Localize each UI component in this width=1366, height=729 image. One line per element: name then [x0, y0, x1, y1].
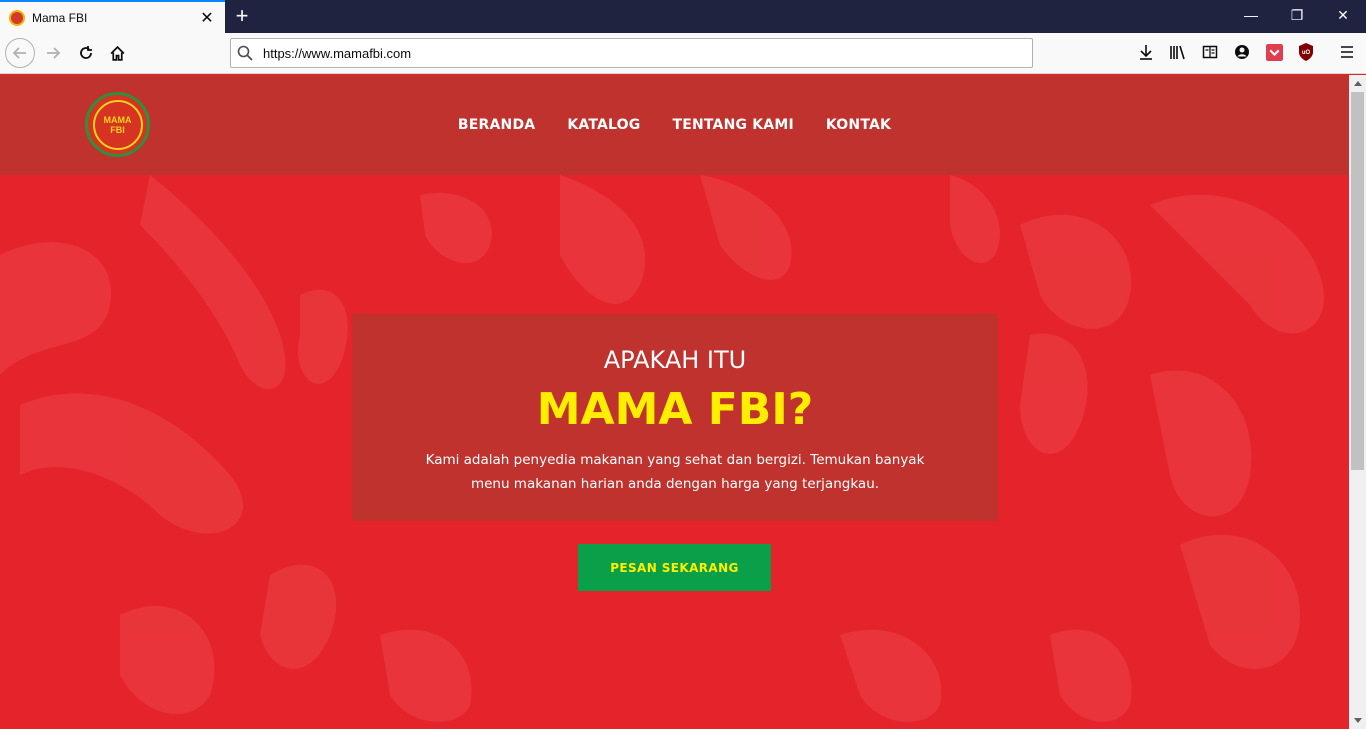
hero-description: Kami adalah penyedia makanan yang sehat … [425, 452, 925, 492]
reader-icon[interactable] [1199, 41, 1221, 63]
site-header: MAMA FBI BERANDA KATALOG TENTANG KAMI KO… [0, 75, 1349, 175]
hero-pre-title: APAKAH ITU [603, 346, 747, 374]
home-icon [110, 45, 124, 61]
new-tab-button[interactable]: + [230, 3, 254, 29]
nav-item-beranda[interactable]: BERANDA [458, 117, 535, 133]
reload-button[interactable] [70, 37, 102, 69]
back-button[interactable] [4, 37, 36, 69]
main-nav: BERANDA KATALOG TENTANG KAMI KONTAK [0, 75, 1349, 175]
restore-button[interactable]: ❐ [1274, 0, 1320, 33]
minimize-button[interactable]: — [1228, 0, 1274, 33]
browser-toolbar: uO [0, 33, 1366, 74]
pocket-icon[interactable] [1263, 41, 1285, 63]
account-icon[interactable] [1231, 41, 1253, 63]
address-bar[interactable] [230, 38, 1033, 68]
scroll-up-arrow-icon[interactable] [1349, 75, 1366, 92]
menu-icon[interactable] [1336, 41, 1358, 63]
window-close-button[interactable]: ✕ [1320, 0, 1366, 33]
url-input[interactable] [263, 45, 1032, 61]
page-scrollbar[interactable] [1349, 75, 1366, 729]
site-favicon-icon [9, 9, 25, 26]
search-icon [237, 45, 259, 61]
scroll-down-arrow-icon[interactable] [1349, 712, 1366, 729]
active-tab[interactable]: Mama FBI ✕ [0, 0, 225, 33]
home-button[interactable] [101, 37, 133, 69]
order-now-button[interactable]: PESAN SEKARANG [578, 544, 771, 591]
svg-text:uO: uO [1302, 50, 1311, 56]
page-viewport: MAMA FBI BERANDA KATALOG TENTANG KAMI KO… [0, 75, 1349, 729]
back-icon [12, 47, 26, 59]
forward-icon [47, 47, 61, 59]
scroll-thumb[interactable] [1351, 92, 1364, 470]
nav-item-tentang-kami[interactable]: TENTANG KAMI [672, 117, 793, 133]
tab-strip: Mama FBI ✕ + — ❐ ✕ [0, 0, 1366, 33]
download-icon[interactable] [1135, 41, 1157, 63]
library-icon[interactable] [1167, 41, 1189, 63]
reload-icon [80, 46, 92, 59]
hero-title: MAMA FBI? [536, 384, 814, 435]
forward-button[interactable] [37, 37, 69, 69]
tab-close-button[interactable]: ✕ [197, 8, 217, 28]
tab-title: Mama FBI [32, 10, 88, 25]
nav-item-katalog[interactable]: KATALOG [567, 117, 640, 133]
ublock-icon[interactable]: uO [1295, 41, 1317, 63]
hero-box: APAKAH ITU MAMA FBI? Kami adalah penyedi… [352, 314, 998, 521]
nav-item-kontak[interactable]: KONTAK [826, 117, 891, 133]
